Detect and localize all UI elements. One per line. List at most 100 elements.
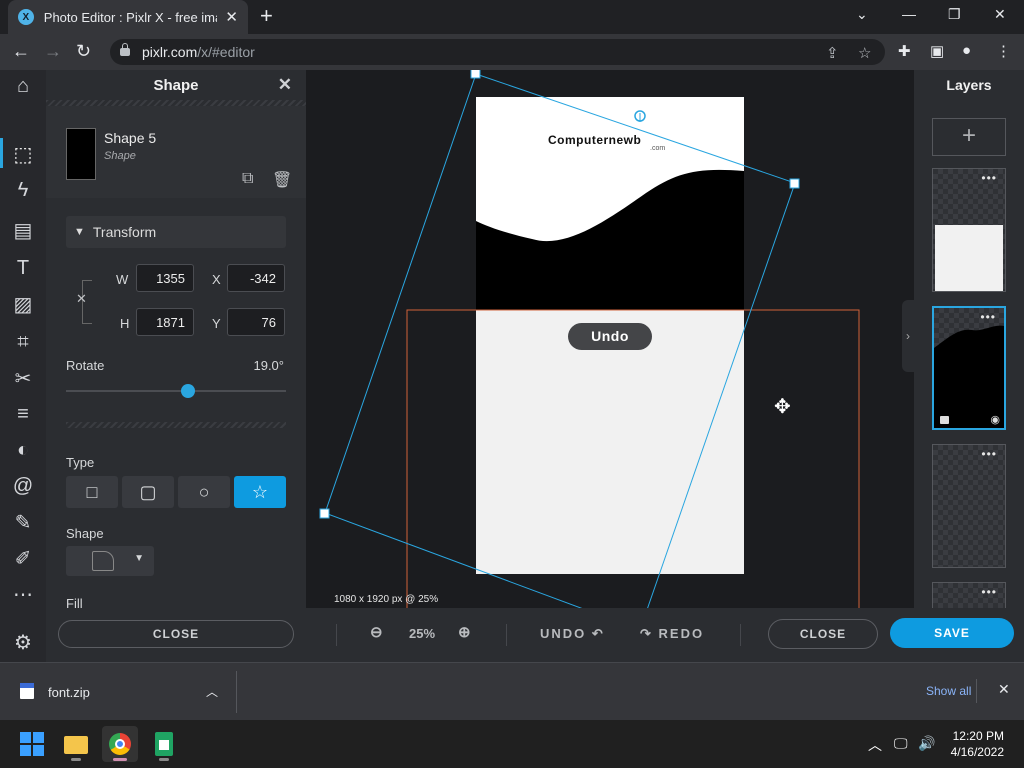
chevron-up-icon[interactable]: ︿ — [206, 683, 218, 700]
width-field[interactable]: 1355 — [136, 264, 194, 292]
redo-button[interactable]: ↷ REDO — [640, 626, 704, 642]
url-host: pixlr.com — [142, 44, 198, 60]
tray-overflow-chevron-icon[interactable]: ︿ — [868, 735, 882, 755]
element-tool-icon[interactable]: ▨ — [8, 290, 38, 318]
layer-menu-icon[interactable]: ••• — [981, 447, 997, 461]
side-panel-icon[interactable]: ▣ — [930, 42, 944, 60]
duplicate-icon[interactable]: ⧉ — [242, 170, 253, 188]
x-position-field[interactable]: -342 — [227, 264, 285, 292]
crop-tool-icon[interactable]: ⌗ — [8, 328, 38, 356]
home-icon[interactable]: ⌂ — [8, 72, 38, 100]
rotate-value: 19.0° — [253, 358, 284, 373]
text-tool-icon[interactable]: T — [8, 254, 38, 282]
draw-brush-icon[interactable]: ✐ — [8, 544, 38, 572]
downloads-close-icon[interactable]: ✕ — [998, 681, 1010, 698]
downloads-bar: font.zip ︿ Show all ✕ — [0, 662, 1024, 720]
save-button[interactable]: SAVE — [890, 618, 1014, 648]
layer-card[interactable]: ••• — [932, 444, 1006, 568]
running-indicator — [71, 758, 81, 761]
layers-collapse-toggle[interactable]: › — [902, 300, 914, 372]
layer-menu-icon[interactable]: ••• — [981, 171, 997, 185]
filter-contrast-icon[interactable]: ◐ — [8, 436, 38, 464]
browser-tab[interactable]: X Photo Editor : Pixlr X - free image ed… — [8, 0, 248, 34]
visibility-eye-icon[interactable]: ◉ — [990, 413, 1000, 426]
chrome-icon — [109, 733, 131, 755]
file-explorer-button[interactable] — [58, 726, 94, 762]
tab-close-icon[interactable]: ✕ — [225, 8, 238, 26]
custom-shape-button[interactable]: ☆ — [234, 476, 286, 508]
layer-menu-icon[interactable]: ••• — [981, 585, 997, 599]
back-icon[interactable]: ← — [12, 41, 30, 61]
chrome-menu-icon[interactable]: ⋮ — [996, 42, 1011, 60]
star-shape-icon: ☆ — [251, 481, 269, 502]
volume-icon[interactable]: 🔊 — [918, 735, 935, 752]
extensions-puzzle-icon[interactable]: ✚ — [898, 42, 911, 60]
retouch-bandage-icon[interactable]: ✎ — [8, 508, 38, 536]
resize-handle-top-left[interactable] — [470, 70, 481, 79]
system-clock[interactable]: 12:20 PM 4/16/2022 — [946, 728, 1004, 760]
zoom-in-icon[interactable]: ⊕ — [458, 623, 471, 641]
bookmark-star-icon[interactable]: ☆ — [858, 44, 871, 62]
omnibox[interactable]: pixlr.com/x/#editor ⇪ ☆ — [110, 39, 885, 65]
pixlr-favicon-icon: X — [18, 9, 34, 25]
layer-card-selected[interactable]: ••• ◉ — [932, 306, 1006, 430]
network-display-icon[interactable]: 🖵 — [894, 735, 908, 752]
panel-close-icon[interactable]: ✕ — [278, 75, 292, 95]
square-shape-button[interactable]: □ — [66, 476, 118, 508]
add-layer-button[interactable]: + — [932, 118, 1006, 156]
auto-fix-lightning-icon[interactable]: ϟ — [8, 176, 38, 204]
start-windows-icon[interactable] — [20, 732, 44, 756]
share-icon[interactable]: ⇪ — [826, 44, 839, 62]
layer-card[interactable]: ••• — [932, 168, 1006, 292]
more-tools-icon[interactable]: ⋯ — [8, 580, 38, 608]
window-close-icon[interactable]: ✕ — [994, 6, 1006, 23]
chrome-taskbar-button[interactable] — [102, 726, 138, 762]
clock-date: 4/16/2022 — [950, 745, 1004, 759]
download-file-name[interactable]: font.zip — [48, 685, 90, 700]
forward-icon[interactable]: → — [44, 41, 62, 61]
tool-sidebar: ⌂ ⬚ ϟ ▤ T ▨ ⌗ ✂ ≡ ◐ @ ✎ ✐ ⋯ ⚙ — [0, 70, 46, 662]
close-button[interactable]: CLOSE — [768, 619, 878, 649]
circle-shape-button[interactable]: ○ — [178, 476, 230, 508]
resize-handle-bottom-left[interactable] — [319, 508, 330, 519]
delete-trash-icon[interactable]: 🗑 — [272, 170, 292, 190]
undo-label: UNDO — [540, 626, 587, 641]
transform-section-toggle[interactable]: ▼ Transform — [66, 216, 286, 248]
resize-handle-top-right[interactable] — [789, 178, 800, 189]
rotate-slider-knob[interactable] — [180, 384, 195, 398]
minimize-icon[interactable]: — — [902, 6, 916, 22]
restore-icon[interactable]: ❐ — [948, 6, 961, 23]
liquify-swirl-icon[interactable]: @ — [8, 472, 38, 500]
rotate-slider-track[interactable] — [66, 390, 286, 392]
height-label: H — [120, 316, 130, 331]
adjust-sliders-icon[interactable]: ≡ — [8, 400, 38, 428]
undo-arrow-icon: ↶ — [591, 626, 605, 641]
new-tab-icon[interactable]: + — [260, 5, 273, 27]
divider — [336, 624, 337, 646]
show-all-link[interactable]: Show all — [926, 684, 971, 698]
reload-icon[interactable]: ↻ — [76, 41, 91, 61]
panel-close-button[interactable]: CLOSE — [58, 620, 294, 648]
unlink-aspect-icon[interactable]: ✕ — [76, 291, 87, 307]
shape-picker-dropdown[interactable]: ▼ — [66, 546, 154, 576]
undo-button[interactable]: UNDO ↶ — [540, 626, 605, 642]
profile-avatar-icon[interactable]: ● — [962, 42, 971, 59]
height-field[interactable]: 1871 — [136, 308, 194, 336]
layer-card[interactable]: ••• — [932, 582, 1006, 610]
zoom-out-icon[interactable]: ⊖ — [370, 623, 383, 641]
layout-template-icon[interactable]: ▤ — [8, 216, 38, 244]
y-position-field[interactable]: 76 — [227, 308, 285, 336]
lock-icon[interactable] — [120, 43, 130, 56]
divider — [506, 624, 507, 646]
settings-gear-icon[interactable]: ⚙ — [8, 628, 38, 656]
canvas-area[interactable]: Computernewb .com Undo ✥ 1080 x 1920 px … — [306, 70, 914, 608]
undo-toast[interactable]: Undo — [568, 323, 652, 350]
rounded-square-shape-button[interactable]: ▢ — [122, 476, 174, 508]
tab-search-icon[interactable]: ⌄ — [856, 6, 868, 23]
spreadsheet-app-button[interactable] — [146, 726, 182, 762]
layer-lock-icon[interactable] — [940, 416, 949, 424]
arrange-tool-icon[interactable]: ⬚ — [8, 140, 38, 168]
cutout-scissors-icon[interactable]: ✂ — [8, 364, 38, 392]
layer-menu-icon[interactable]: ••• — [980, 310, 996, 324]
selected-layer-info: Shape 5 Shape ⧉ 🗑 — [46, 106, 306, 198]
